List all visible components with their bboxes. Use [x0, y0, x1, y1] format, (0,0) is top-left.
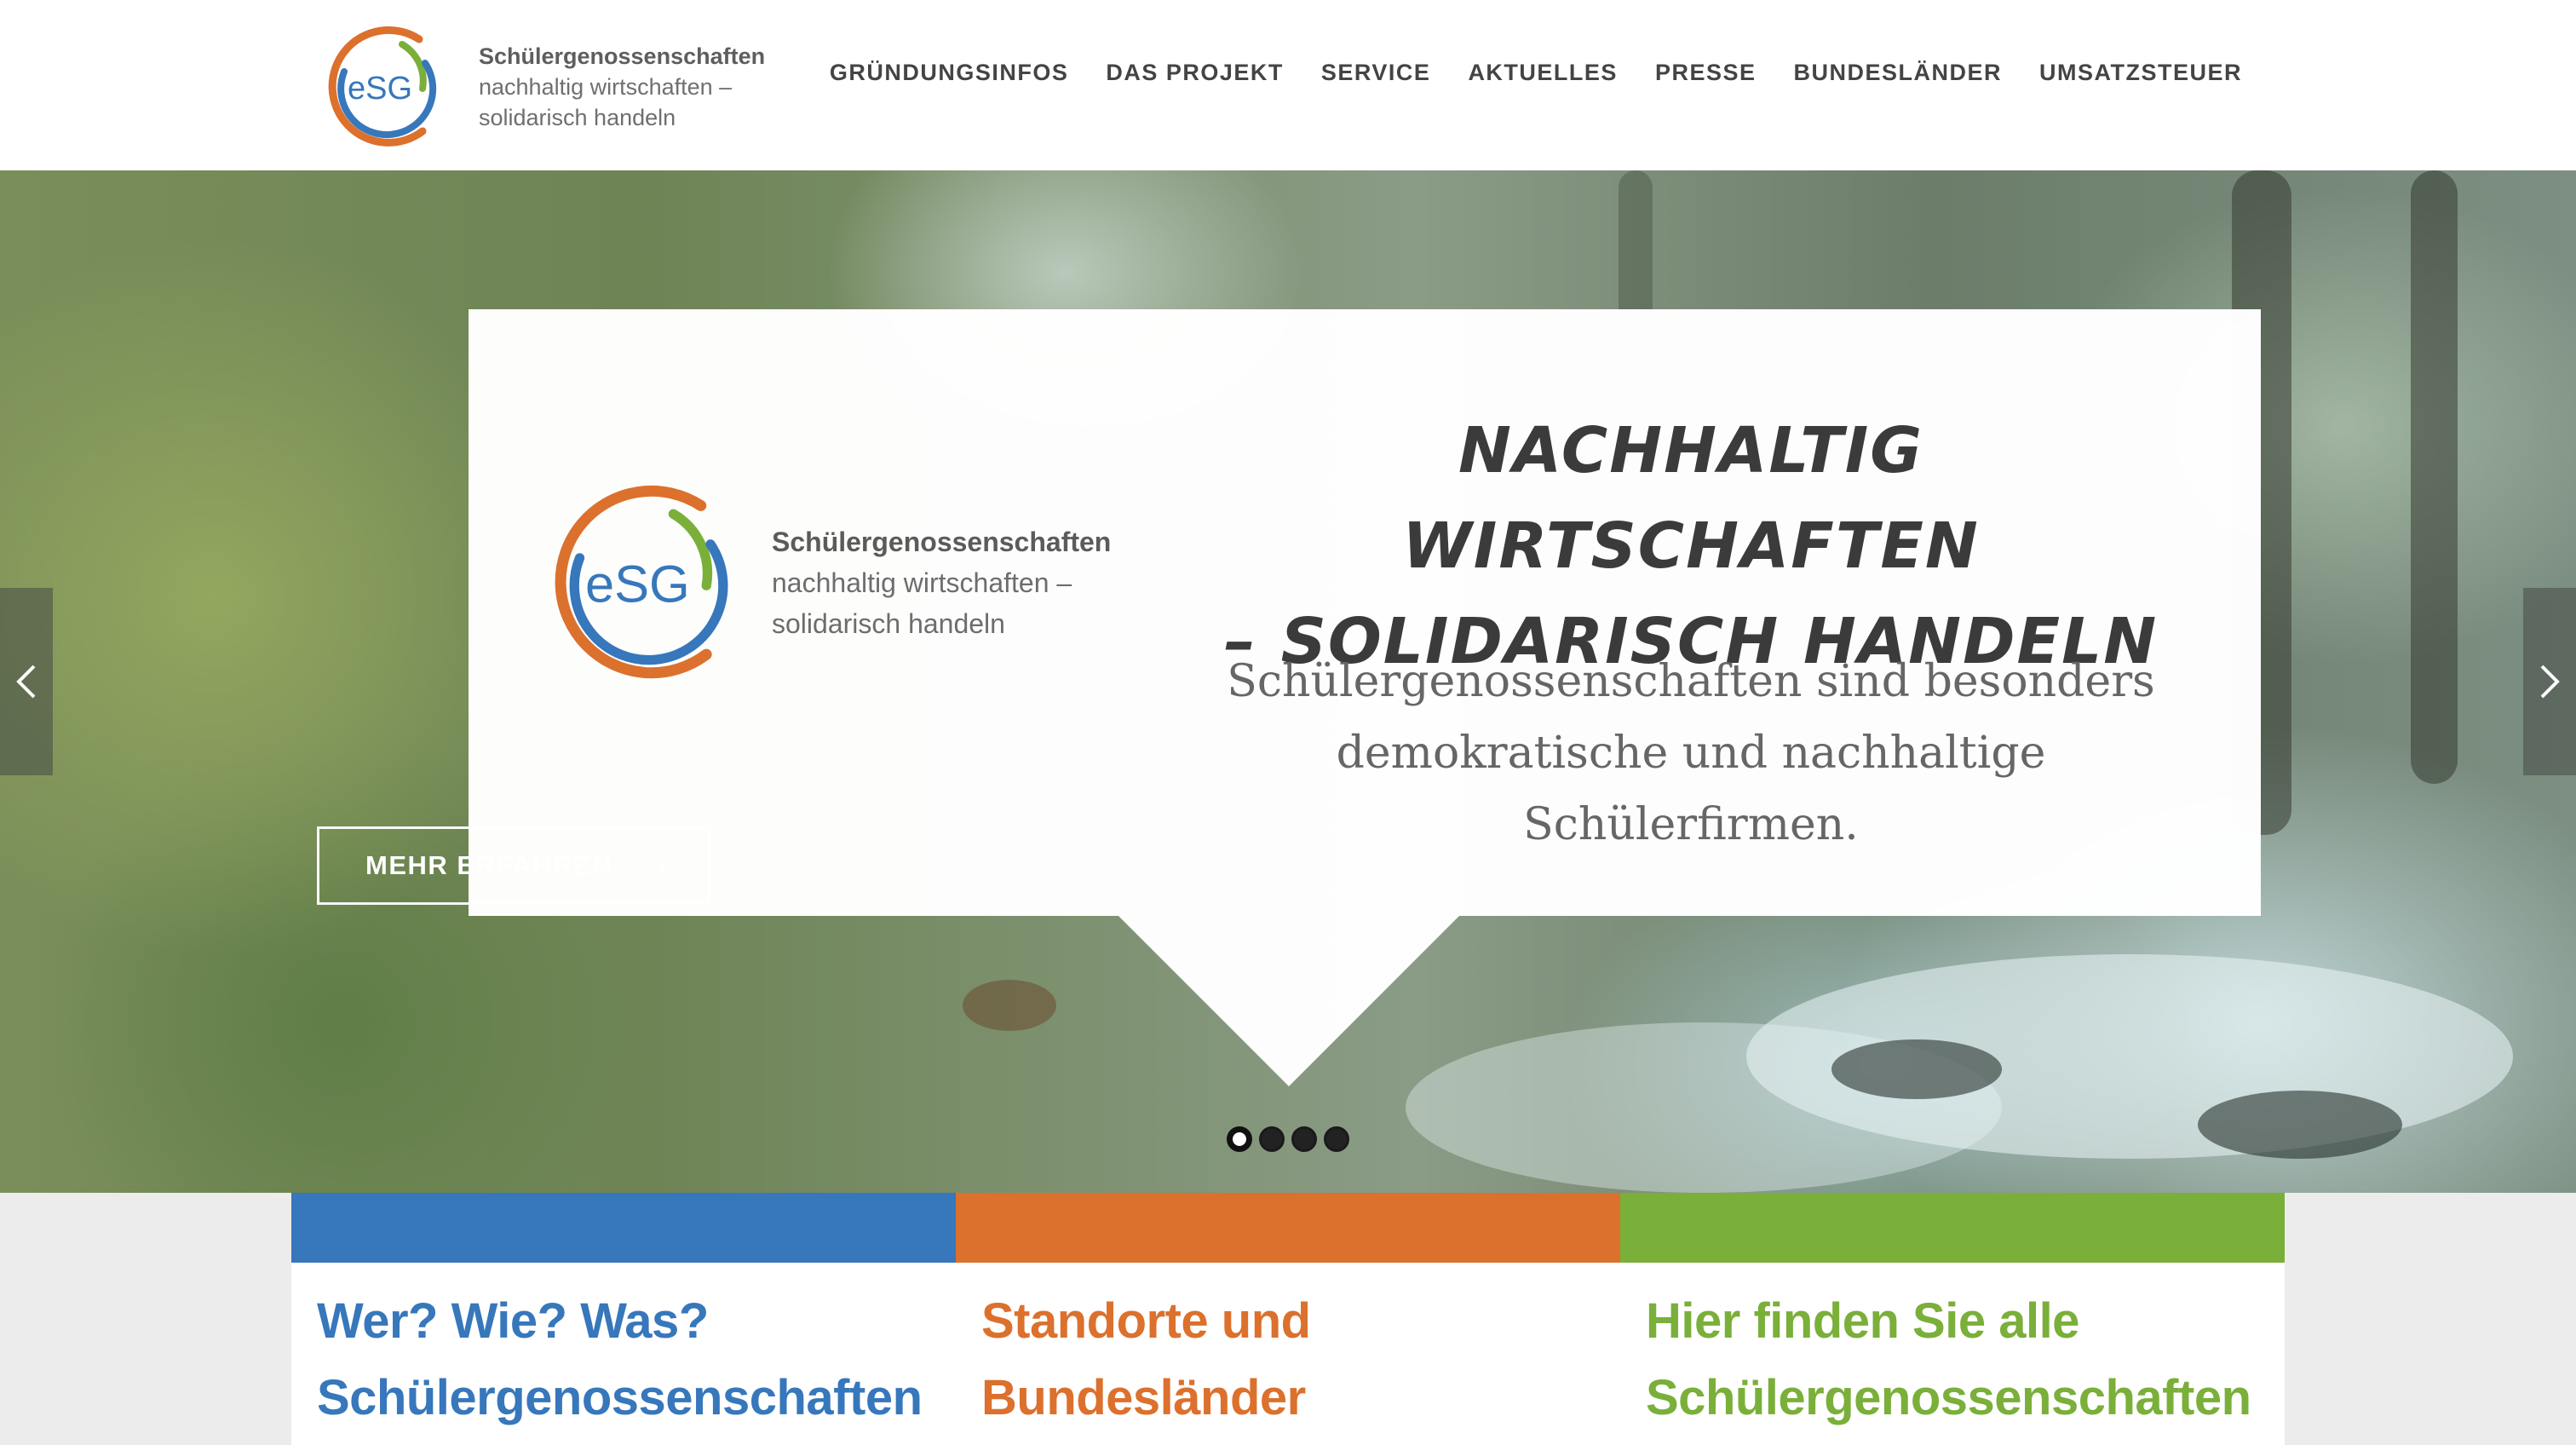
chevron-left-icon	[16, 665, 36, 699]
slide-logo-title: Schülergenossenschaften	[772, 527, 1112, 557]
slider-dot-4[interactable]	[1324, 1126, 1349, 1152]
slide-logo-tagline-2: solidarisch handeln	[772, 608, 1005, 639]
logo-tagline-1: nachhaltig wirtschaften –	[479, 74, 733, 100]
slider-dot-3[interactable]	[1291, 1126, 1317, 1152]
slide-description-line-1: Schülergenossenschaften sind besonders	[1227, 656, 2155, 707]
background-rock	[2198, 1091, 2402, 1159]
nav-item-umsatzsteuer[interactable]: UMSATZSTEUER	[2039, 60, 2242, 86]
nav-item-aktuelles[interactable]: AKTUELLES	[1468, 60, 1618, 86]
feature-box-locations[interactable]: Standorte und Bundesländer	[956, 1193, 1620, 1445]
nav-item-service[interactable]: SERVICE	[1321, 60, 1431, 86]
background-rock	[1831, 1039, 2002, 1099]
nav-item-das-projekt[interactable]: DAS PROJEKT	[1106, 60, 1284, 86]
feature-box-title-line-1: Standorte und	[981, 1293, 1311, 1349]
slider-dot-2[interactable]	[1259, 1126, 1285, 1152]
nav-item-bundeslaender[interactable]: BUNDESLÄNDER	[1793, 60, 2002, 86]
esg-logo-icon: eSG	[555, 485, 728, 679]
feature-box-title-line-2: Schülergenossenschaften	[1646, 1370, 2251, 1425]
nav-item-presse[interactable]: PRESSE	[1655, 60, 1757, 86]
slide-logo-tagline-1: nachhaltig wirtschaften –	[772, 567, 1072, 598]
feature-box-color-bar	[1620, 1193, 2285, 1263]
feature-box-color-bar	[291, 1193, 956, 1263]
svg-text:eSG: eSG	[585, 556, 690, 614]
logo-text: Schülergenossenschaften nachhaltig wirts…	[479, 41, 765, 133]
feature-box-who-how-what[interactable]: Wer? Wie? Was? Schülergenossenschaften	[291, 1193, 956, 1445]
feature-box-title[interactable]: Standorte und Bundesländer	[956, 1263, 1620, 1436]
slide-logo-text: Schülergenossenschaften nachhaltig wirts…	[772, 521, 1111, 644]
slide-card: eSG Schülergenossenschaften nachhaltig w…	[469, 309, 2261, 916]
slider-dot-1[interactable]	[1227, 1126, 1252, 1152]
slider-next-button[interactable]	[2523, 588, 2576, 775]
esg-logo-icon: eSG	[328, 26, 437, 147]
feature-box-color-bar	[956, 1193, 1620, 1263]
logo-title: Schülergenossenschaften	[479, 43, 766, 69]
background-rock	[963, 980, 1056, 1031]
background-tree-trunk	[2411, 170, 2458, 784]
feature-box-title-line-2: Bundesländer	[981, 1370, 1306, 1425]
feature-box-title-line-1: Wer? Wie? Was?	[317, 1293, 709, 1349]
slide-headline-line-1: NACHHALTIG WIRTSCHAFTEN	[1402, 414, 1980, 583]
site-logo[interactable]: eSG Schülergenossenschaften nachhaltig w…	[319, 19, 765, 155]
slide-description-line-3: Schülerfirmen.	[1523, 799, 1859, 850]
hero-slider: MEHR ERFAHREN... › eSG Schülergenossensc…	[0, 170, 2576, 1193]
feature-box-title-line-1: Hier finden Sie alle	[1646, 1293, 2079, 1349]
slider-pagination	[1227, 1126, 1349, 1152]
feature-box-title[interactable]: Wer? Wie? Was? Schülergenossenschaften	[291, 1263, 956, 1436]
nav-item-gruendungsinfos[interactable]: GRÜNDUNGSINFOS	[830, 60, 1069, 86]
svg-text:eSG: eSG	[348, 71, 412, 107]
site-header: eSG Schülergenossenschaften nachhaltig w…	[0, 0, 2576, 170]
slider-prev-button[interactable]	[0, 588, 53, 775]
feature-box-title[interactable]: Hier finden Sie alle Schülergenossenscha…	[1620, 1263, 2285, 1436]
slide-card-pointer	[1118, 916, 1459, 1086]
feature-box-title-line-2: Schülergenossenschaften	[317, 1370, 923, 1425]
chevron-right-icon	[2540, 665, 2560, 699]
slide-description: Schülergenossenschaften sind besonders d…	[1176, 646, 2206, 861]
slide-logo: eSG Schülergenossenschaften nachhaltig w…	[538, 471, 1111, 694]
feature-box-directory[interactable]: Hier finden Sie alle Schülergenossenscha…	[1620, 1193, 2285, 1445]
slide-description-line-2: demokratische und nachhaltige	[1336, 728, 2046, 779]
main-nav: GRÜNDUNGSINFOS DAS PROJEKT SERVICE AKTUE…	[792, 60, 2242, 86]
logo-tagline-2: solidarisch handeln	[479, 105, 676, 130]
